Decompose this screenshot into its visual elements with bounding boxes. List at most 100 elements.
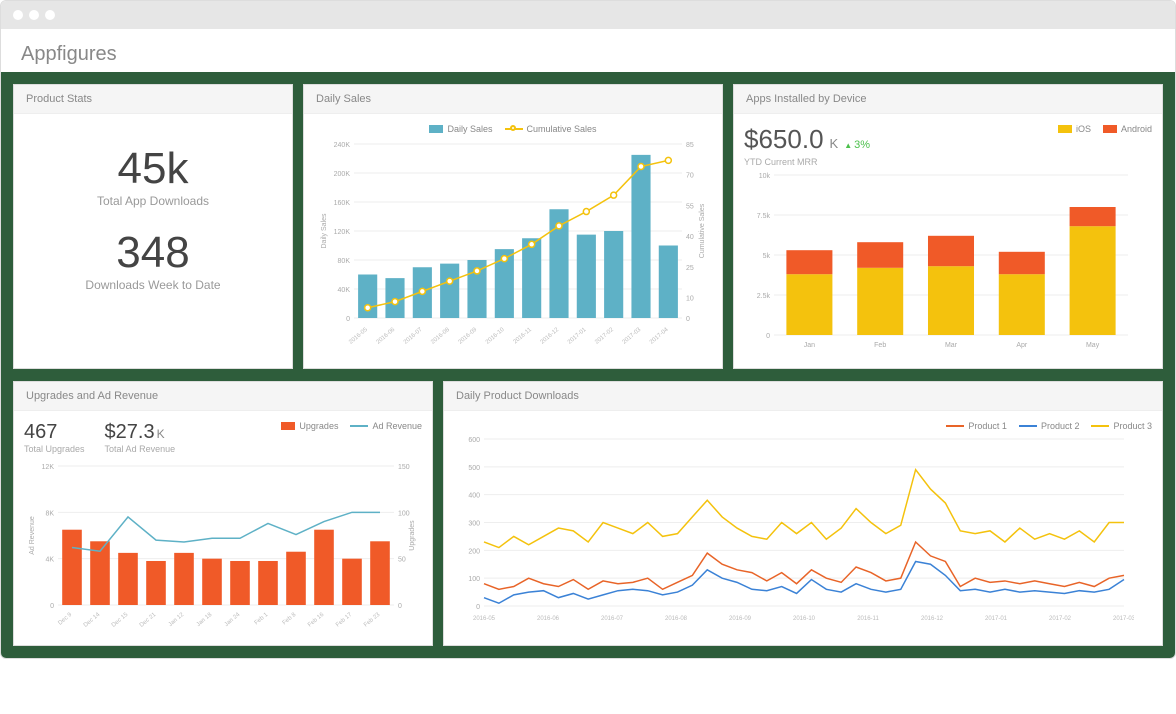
svg-text:Feb: Feb	[874, 342, 886, 349]
wtd-downloads-value: 348	[24, 228, 282, 278]
legend-label: Upgrades	[299, 421, 338, 431]
legend-label: iOS	[1076, 124, 1091, 134]
page-title: Appfigures	[1, 29, 1175, 72]
svg-text:55: 55	[686, 203, 694, 210]
legend-item: Ad Revenue	[350, 421, 422, 431]
svg-text:12K: 12K	[42, 464, 55, 471]
legend-label: Product 2	[1041, 421, 1080, 431]
svg-text:2.5k: 2.5k	[757, 293, 771, 300]
svg-text:Feb 23: Feb 23	[363, 612, 382, 629]
svg-text:200: 200	[468, 548, 480, 555]
card-daily-sales: Daily Sales Daily Sales Cumulative Sales…	[303, 84, 723, 369]
svg-text:2016-06: 2016-06	[537, 616, 560, 622]
svg-text:Jan 18: Jan 18	[196, 612, 214, 629]
svg-text:160K: 160K	[334, 200, 351, 207]
svg-text:Jan 12: Jan 12	[168, 612, 186, 629]
svg-text:120K: 120K	[334, 229, 351, 236]
svg-text:Upgrades: Upgrades	[409, 520, 416, 551]
card-downloads: Daily Product Downloads Product 1 Produc…	[443, 381, 1163, 646]
svg-text:2016-07: 2016-07	[403, 327, 424, 346]
svg-text:0: 0	[346, 316, 350, 323]
legend-label: Product 1	[968, 421, 1007, 431]
card-title: Daily Sales	[304, 85, 722, 114]
svg-text:50: 50	[398, 557, 406, 564]
svg-text:240K: 240K	[334, 142, 351, 149]
legend-item: Product 3	[1091, 421, 1152, 431]
svg-text:Mar: Mar	[945, 342, 958, 349]
svg-text:Dec 14: Dec 14	[83, 612, 102, 629]
svg-text:2016-09: 2016-09	[458, 327, 479, 346]
svg-text:Dec 15: Dec 15	[111, 612, 130, 629]
total-downloads-value: 45k	[24, 144, 282, 194]
svg-text:Daily Sales: Daily Sales	[321, 213, 328, 249]
total-upgrades-label: Total Upgrades	[24, 444, 85, 454]
mrr-label: YTD Current MRR	[744, 157, 870, 167]
wtd-downloads-label: Downloads Week to Date	[24, 278, 282, 292]
svg-text:Jan: Jan	[804, 342, 815, 349]
chart-downloads: 01002003004005006002016-052016-062016-07…	[454, 435, 1134, 630]
legend-item: Android	[1103, 124, 1152, 134]
legend-item: Product 2	[1019, 421, 1080, 431]
svg-text:Dec 9: Dec 9	[57, 612, 73, 627]
svg-text:2016-11: 2016-11	[857, 616, 879, 622]
svg-text:2016-05: 2016-05	[348, 327, 369, 346]
card-title: Daily Product Downloads	[444, 382, 1162, 411]
svg-text:0: 0	[476, 604, 480, 611]
legend-label: Daily Sales	[447, 124, 492, 134]
legend-item: iOS	[1058, 124, 1091, 134]
svg-text:2016-08: 2016-08	[665, 616, 688, 622]
card-apps-by-device: Apps Installed by Device $650.0 K 3% YTD…	[733, 84, 1163, 369]
card-title: Product Stats	[14, 85, 292, 114]
svg-text:2017-01: 2017-01	[567, 327, 588, 346]
svg-text:40K: 40K	[338, 287, 351, 294]
svg-text:2016-12: 2016-12	[540, 327, 561, 346]
svg-text:2017-03: 2017-03	[622, 327, 643, 346]
svg-text:2016-10: 2016-10	[793, 616, 816, 622]
window-dot	[29, 10, 39, 20]
svg-text:85: 85	[686, 142, 694, 149]
browser-frame: Appfigures Product Stats 45k Total App D…	[0, 0, 1176, 659]
svg-text:2016-06: 2016-06	[376, 327, 397, 346]
legend-item: Product 1	[946, 421, 1007, 431]
chart-daily-sales: 040K80K120K160K200K240K01025405570852016…	[314, 138, 712, 358]
browser-titlebar	[1, 1, 1175, 29]
svg-text:150: 150	[398, 464, 410, 471]
svg-text:2016-05: 2016-05	[473, 616, 496, 622]
svg-text:2016-07: 2016-07	[601, 616, 624, 622]
card-title: Upgrades and Ad Revenue	[14, 382, 432, 411]
svg-text:Feb 16: Feb 16	[307, 612, 326, 629]
svg-text:80K: 80K	[338, 258, 351, 265]
svg-text:100: 100	[398, 510, 410, 517]
legend-label: Android	[1121, 124, 1152, 134]
svg-text:Ad Revenue: Ad Revenue	[29, 516, 36, 555]
svg-text:Jan 24: Jan 24	[224, 612, 242, 629]
svg-text:70: 70	[686, 173, 694, 180]
svg-text:10k: 10k	[759, 173, 771, 180]
svg-text:2017-01: 2017-01	[985, 616, 1008, 622]
svg-text:0: 0	[766, 333, 770, 340]
svg-text:4K: 4K	[45, 557, 54, 564]
svg-text:2017-03: 2017-03	[1113, 616, 1134, 622]
total-downloads-label: Total App Downloads	[24, 194, 282, 208]
svg-text:Dec 21: Dec 21	[139, 612, 158, 629]
card-title: Apps Installed by Device	[734, 85, 1162, 114]
svg-text:Apr: Apr	[1016, 342, 1028, 349]
card-upgrades: Upgrades and Ad Revenue 467 Total Upgrad…	[13, 381, 433, 646]
svg-text:10: 10	[686, 296, 694, 303]
legend-label: Ad Revenue	[372, 421, 422, 431]
svg-text:2016-08: 2016-08	[430, 327, 451, 346]
legend-item: Daily Sales	[429, 124, 492, 134]
ad-revenue-unit: K	[157, 427, 165, 441]
mrr-unit: K	[830, 136, 839, 151]
svg-text:300: 300	[468, 521, 480, 528]
card-product-stats: Product Stats 45k Total App Downloads 34…	[13, 84, 293, 369]
svg-text:0: 0	[398, 603, 402, 610]
svg-text:500: 500	[468, 465, 480, 472]
svg-text:Feb 8: Feb 8	[282, 612, 298, 627]
svg-text:200K: 200K	[334, 171, 351, 178]
svg-text:600: 600	[468, 437, 480, 444]
svg-text:400: 400	[468, 493, 480, 500]
window-dot	[45, 10, 55, 20]
ad-revenue-value: $27.3	[105, 421, 155, 443]
svg-text:7.5k: 7.5k	[757, 213, 771, 220]
